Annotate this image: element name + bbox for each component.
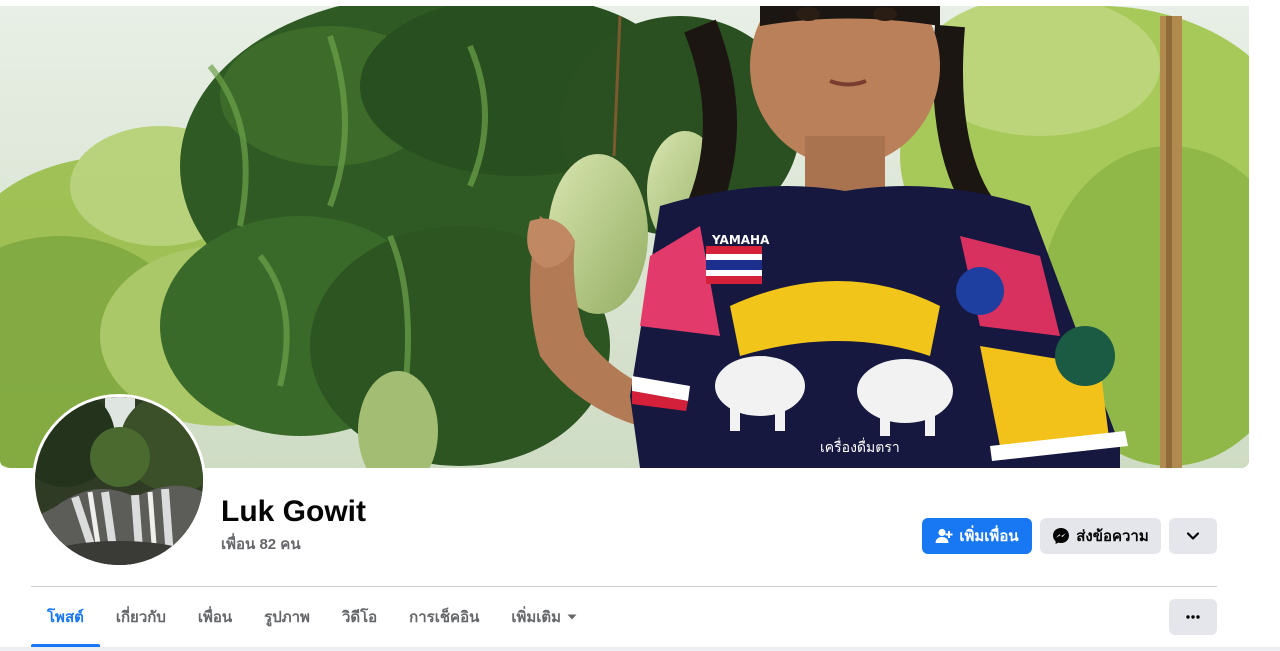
tab-more[interactable]: เพิ่มเติม <box>495 587 593 647</box>
tab-label: วิดีโอ <box>341 609 378 626</box>
profile-name: Luk Gowit <box>221 495 366 528</box>
tab-label: เพื่อน <box>197 609 233 626</box>
more-options-button[interactable] <box>1169 599 1217 635</box>
avatar-image <box>35 397 203 565</box>
tab-posts[interactable]: โพสต์ <box>31 587 100 647</box>
tab-photos[interactable]: รูปภาพ <box>248 587 326 647</box>
messenger-icon <box>1052 527 1070 545</box>
tab-checkins[interactable]: การเช็คอิน <box>393 587 495 647</box>
tab-label: รูปภาพ <box>264 609 310 626</box>
chevron-down-icon <box>1186 531 1200 541</box>
friend-count[interactable]: เพื่อน 82 คน <box>221 536 301 554</box>
send-message-button[interactable]: ส่งข้อความ <box>1040 518 1161 554</box>
profile-avatar[interactable] <box>32 394 206 568</box>
add-friend-label: เพิ่มเพื่อน <box>959 528 1019 545</box>
shirt-thai-text: เครื่องดื่มตรา <box>820 438 900 456</box>
tab-about[interactable]: เกี่ยวกับ <box>100 587 182 647</box>
bottom-shadow <box>0 647 1280 651</box>
tab-label: โพสต์ <box>47 609 84 626</box>
add-friend-icon <box>935 528 953 544</box>
cover-side-gap <box>1249 0 1280 468</box>
send-message-label: ส่งข้อความ <box>1076 528 1149 545</box>
ellipsis-icon <box>1186 615 1200 619</box>
profile-options-dropdown[interactable] <box>1169 518 1217 554</box>
shirt-brand-text: YAMAHA <box>711 233 770 247</box>
tab-friends[interactable]: เพื่อน <box>182 587 248 647</box>
add-friend-button[interactable]: เพิ่มเพื่อน <box>922 518 1032 554</box>
tab-label: เพิ่มเติม <box>511 609 562 626</box>
profile-page: YAMAHA เครื่องดื่มตรา Luk Gowit เพื่อน 8… <box>0 0 1280 651</box>
caret-down-icon <box>567 614 577 620</box>
tab-label: เกี่ยวกับ <box>115 609 166 626</box>
profile-tabs: โพสต์ เกี่ยวกับ เพื่อน รูปภาพ วิดีโอ การ… <box>31 587 593 647</box>
tab-label: การเช็คอิน <box>409 609 480 626</box>
tab-videos[interactable]: วิดีโอ <box>326 587 393 647</box>
cover-photo[interactable]: YAMAHA เครื่องดื่มตรา <box>0 6 1249 468</box>
